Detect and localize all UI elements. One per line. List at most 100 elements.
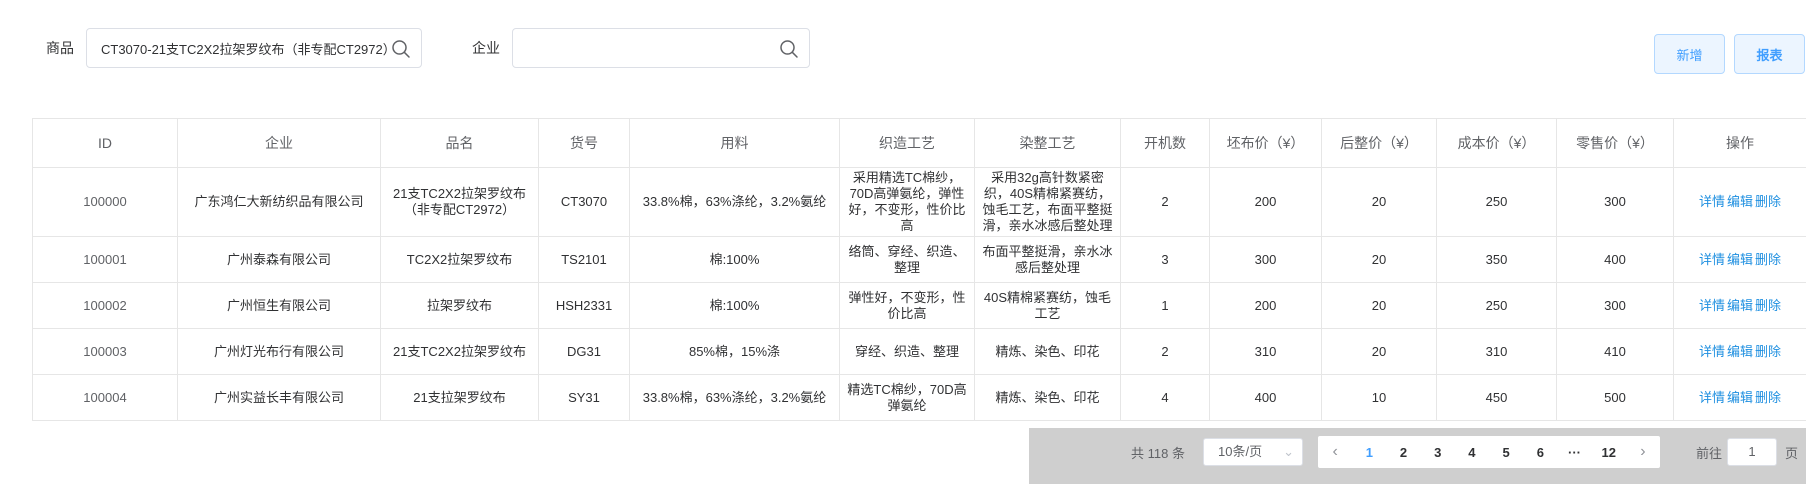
column-header: 零售价（¥） <box>1556 118 1674 168</box>
cell-retail-price: 500 <box>1556 374 1674 421</box>
page-4[interactable]: 4 <box>1455 445 1489 460</box>
column-header: 织造工艺 <box>839 118 975 168</box>
detail-link[interactable]: 详情 <box>1699 252 1725 267</box>
cell-id: 100002 <box>32 282 178 329</box>
goto-page-input[interactable]: 1 <box>1727 438 1777 466</box>
more-pages-button[interactable]: ··· <box>1557 445 1591 460</box>
cell-name: TC2X2拉架罗纹布 <box>380 236 539 283</box>
cell-finish-price: 10 <box>1321 374 1437 421</box>
cell-finish-price: 20 <box>1321 328 1437 375</box>
product-table: ID 企业 品名 货号 用料 织造工艺 染整工艺 开机数 坯布价（¥） 后整价（… <box>32 118 1806 421</box>
column-header: 成本价（¥） <box>1436 118 1557 168</box>
product-filter-label: 商品 <box>46 40 74 56</box>
cell-actions: 详情 编辑 删除 <box>1673 282 1806 329</box>
edit-link[interactable]: 编辑 <box>1727 298 1753 313</box>
cell-code: SY31 <box>538 374 630 421</box>
cell-material: 33.8%棉，63%涤纶，3.2%氨纶 <box>629 374 840 421</box>
page-3[interactable]: 3 <box>1421 445 1455 460</box>
edit-link[interactable]: 编辑 <box>1727 252 1753 267</box>
cell-retail-price: 300 <box>1556 167 1674 237</box>
delete-link[interactable]: 删除 <box>1755 344 1781 359</box>
cell-dyeing: 40S精棉紧赛纺，蚀毛工艺 <box>974 282 1121 329</box>
cell-machines: 1 <box>1120 282 1210 329</box>
company-search-input[interactable] <box>512 28 810 68</box>
cell-company: 广州实益长丰有限公司 <box>177 374 381 421</box>
delete-link[interactable]: 删除 <box>1755 252 1781 267</box>
cell-id: 100003 <box>32 328 178 375</box>
edit-link[interactable]: 编辑 <box>1727 194 1753 209</box>
company-filter-label: 企业 <box>472 40 500 56</box>
page-5[interactable]: 5 <box>1489 445 1523 460</box>
column-header: 染整工艺 <box>974 118 1121 168</box>
cell-grey-price: 310 <box>1209 328 1322 375</box>
cell-dyeing: 采用32g高针数紧密织，40S精棉紧赛纺，蚀毛工艺，布面平整挺滑，亲水冰感后整处… <box>974 167 1121 237</box>
cell-material: 33.8%棉，63%涤纶，3.2%氨纶 <box>629 167 840 237</box>
cell-code: DG31 <box>538 328 630 375</box>
cell-grey-price: 200 <box>1209 282 1322 329</box>
cell-weaving: 弹性好，不变形，性价比高 <box>839 282 975 329</box>
detail-link[interactable]: 详情 <box>1699 390 1725 405</box>
goto-label: 前往 <box>1696 446 1723 461</box>
add-button[interactable]: 新增 <box>1654 34 1725 74</box>
table-row: 100002 广州恒生有限公司 拉架罗纹布 HSH2331 棉:100% 弹性好… <box>32 282 1806 329</box>
edit-link[interactable]: 编辑 <box>1727 390 1753 405</box>
cell-machines: 3 <box>1120 236 1210 283</box>
table-row: 100001 广州泰森有限公司 TC2X2拉架罗纹布 TS2101 棉:100%… <box>32 236 1806 283</box>
edit-link[interactable]: 编辑 <box>1727 344 1753 359</box>
delete-link[interactable]: 删除 <box>1755 390 1781 405</box>
cell-dyeing: 精炼、染色、印花 <box>974 328 1121 375</box>
column-header: 开机数 <box>1120 118 1210 168</box>
cell-grey-price: 300 <box>1209 236 1322 283</box>
cell-cost-price: 350 <box>1436 236 1557 283</box>
cell-machines: 2 <box>1120 328 1210 375</box>
delete-link[interactable]: 删除 <box>1755 298 1781 313</box>
cell-id: 100000 <box>32 167 178 237</box>
product-search-value: CT3070-21支TC2X2拉架罗纹布（非专配CT2972） <box>101 41 387 57</box>
cell-name: 拉架罗纹布 <box>380 282 539 329</box>
cell-code: CT3070 <box>538 167 630 237</box>
cell-name: 21支TC2X2拉架罗纹布 <box>380 328 539 375</box>
cell-actions: 详情 编辑 删除 <box>1673 236 1806 283</box>
cell-material: 棉:100% <box>629 282 840 329</box>
cell-code: TS2101 <box>538 236 630 283</box>
goto-suffix: 页 <box>1785 446 1799 461</box>
page-1[interactable]: 1 <box>1352 445 1386 460</box>
detail-link[interactable]: 详情 <box>1699 298 1725 313</box>
cell-company: 广州灯光布行有限公司 <box>177 328 381 375</box>
cell-weaving: 精选TC棉纱，70D高弹氨纶 <box>839 374 975 421</box>
filter-bar: 商品 CT3070-21支TC2X2拉架罗纹布（非专配CT2972） 企业 <box>0 28 1806 68</box>
cell-company: 广东鸿仁大新纺织品有限公司 <box>177 167 381 237</box>
cell-company: 广州泰森有限公司 <box>177 236 381 283</box>
column-header: 操作 <box>1673 118 1806 168</box>
column-header: 货号 <box>538 118 630 168</box>
page-2[interactable]: 2 <box>1386 445 1420 460</box>
cell-machines: 2 <box>1120 167 1210 237</box>
product-search-input[interactable]: CT3070-21支TC2X2拉架罗纹布（非专配CT2972） <box>86 28 422 68</box>
pager: ‹ 1 2 3 4 5 6 ··· 12 › <box>1318 436 1660 468</box>
cell-retail-price: 400 <box>1556 236 1674 283</box>
cell-id: 100001 <box>32 236 178 283</box>
page-6[interactable]: 6 <box>1523 445 1557 460</box>
report-button[interactable]: 报表 <box>1734 34 1805 74</box>
next-page-button[interactable]: › <box>1626 443 1660 461</box>
table-row: 100000 广东鸿仁大新纺织品有限公司 21支TC2X2拉架罗纹布（非专配CT… <box>32 167 1806 237</box>
prev-page-button[interactable]: ‹ <box>1318 443 1352 461</box>
table-row: 100004 广州实益长丰有限公司 21支拉架罗纹布 SY31 33.8%棉，6… <box>32 374 1806 421</box>
detail-link[interactable]: 详情 <box>1699 344 1725 359</box>
delete-link[interactable]: 删除 <box>1755 194 1781 209</box>
column-header: 品名 <box>380 118 539 168</box>
page-12[interactable]: 12 <box>1592 445 1626 460</box>
cell-code: HSH2331 <box>538 282 630 329</box>
cell-cost-price: 450 <box>1436 374 1557 421</box>
cell-cost-price: 250 <box>1436 167 1557 237</box>
cell-weaving: 穿经、织造、整理 <box>839 328 975 375</box>
search-icon[interactable] <box>779 39 799 59</box>
page-size-select[interactable]: 10条/页 ⌄ <box>1203 438 1303 466</box>
cell-id: 100004 <box>32 374 178 421</box>
cell-weaving: 络筒、穿经、织造、整理 <box>839 236 975 283</box>
cell-finish-price: 20 <box>1321 167 1437 237</box>
cell-finish-price: 20 <box>1321 236 1437 283</box>
column-header: 企业 <box>177 118 381 168</box>
detail-link[interactable]: 详情 <box>1699 194 1725 209</box>
search-icon[interactable] <box>391 39 411 59</box>
